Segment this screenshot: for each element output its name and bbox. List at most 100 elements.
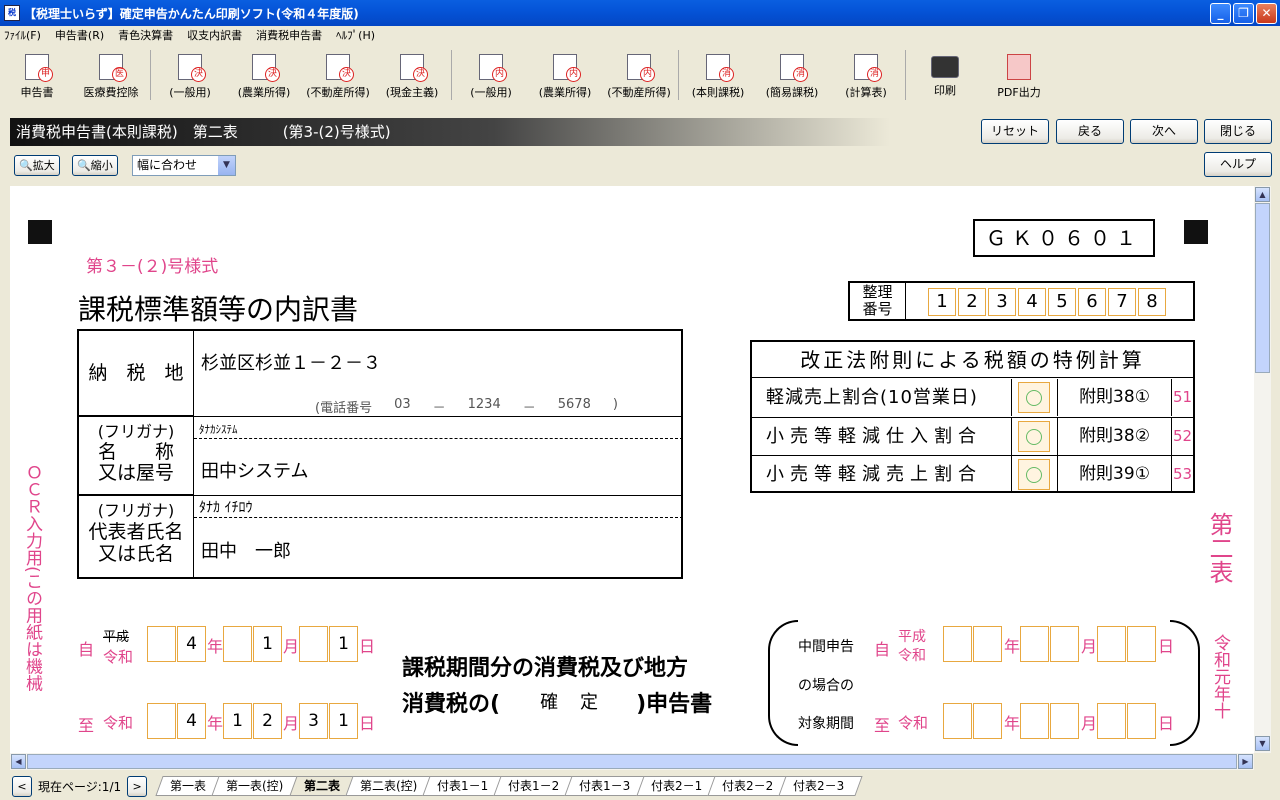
menu-help[interactable]: ﾍﾙﾌﾟ(H) bbox=[336, 27, 375, 43]
close-window-button[interactable]: ✕ bbox=[1256, 3, 1277, 24]
toolbar-button[interactable]: 決 (農業所得) bbox=[227, 46, 301, 102]
date-digit-box[interactable] bbox=[147, 626, 176, 662]
toolbar-button[interactable]: 内 (農業所得) bbox=[528, 46, 602, 102]
date-digit-box[interactable] bbox=[147, 703, 176, 739]
next-page-button[interactable]: > bbox=[127, 775, 148, 797]
ocr-marker-right bbox=[1184, 220, 1208, 244]
form-icon: 内 bbox=[553, 54, 581, 82]
reset-button[interactable]: リセット bbox=[981, 119, 1049, 144]
seiri-digit[interactable]: 4 bbox=[1018, 288, 1046, 316]
seiri-digit[interactable]: 6 bbox=[1078, 288, 1106, 316]
seiri-digit[interactable]: 2 bbox=[958, 288, 986, 316]
minimize-button[interactable]: _ bbox=[1210, 3, 1231, 24]
horizontal-scroll-thumb[interactable] bbox=[27, 754, 1237, 769]
form-icon: 申 bbox=[25, 54, 53, 82]
special-check-box[interactable] bbox=[1018, 459, 1050, 490]
toolbar-button[interactable]: 消 (本則課税) bbox=[681, 46, 755, 102]
toolbar-button[interactable]: 決 (現金主義) bbox=[375, 46, 449, 102]
name-furigana: ﾀﾅｶｼｽﾃﾑ bbox=[199, 423, 238, 436]
form-icon: 消 bbox=[854, 54, 882, 82]
interim-date-box[interactable] bbox=[943, 626, 972, 662]
toolbar-button[interactable]: 申申告書 bbox=[0, 46, 74, 102]
ocr-marker-left bbox=[28, 220, 52, 244]
toolbar-button[interactable]: 医医療費控除 bbox=[74, 46, 148, 102]
toolbar-button[interactable]: 決 (一般用) bbox=[153, 46, 227, 102]
page-title: 消費税申告書(本則課税) 第二表 (第3-(2)号様式) bbox=[10, 118, 890, 146]
back-button[interactable]: 戻る bbox=[1056, 119, 1124, 144]
toolbar-button[interactable]: 決 (不動産所得) bbox=[301, 46, 375, 102]
interim-date-box[interactable] bbox=[973, 703, 1002, 739]
vertical-scroll-thumb[interactable] bbox=[1255, 203, 1270, 373]
close-form-button[interactable]: 閉じる bbox=[1204, 119, 1272, 144]
form-icon: 決 bbox=[400, 54, 428, 82]
app-icon: 税 bbox=[4, 5, 20, 21]
special-check-box[interactable] bbox=[1018, 421, 1050, 452]
interim-date-box[interactable] bbox=[1020, 703, 1049, 739]
seiri-digit[interactable]: 7 bbox=[1108, 288, 1136, 316]
interim-date-box[interactable] bbox=[1127, 703, 1156, 739]
prev-page-button[interactable]: < bbox=[12, 775, 32, 797]
scroll-right-icon[interactable]: ▶ bbox=[1238, 754, 1253, 769]
interim-date-box[interactable] bbox=[943, 703, 972, 739]
menu-shinkokusho[interactable]: 申告書(R) bbox=[55, 27, 104, 43]
date-digit-box[interactable]: 3 bbox=[299, 703, 328, 739]
seiri-digit[interactable]: 8 bbox=[1138, 288, 1166, 316]
address: 杉並区杉並１－２－３ bbox=[201, 353, 381, 374]
menu-shushi[interactable]: 収支内訳書 bbox=[187, 27, 242, 43]
interim-date-box[interactable] bbox=[1097, 626, 1126, 662]
zoom-out-icon: 🔍 bbox=[77, 159, 91, 172]
special-check-box[interactable] bbox=[1018, 382, 1050, 413]
menu-file[interactable]: ﾌｧｲﾙ(F) bbox=[4, 27, 41, 43]
toolbar-button[interactable]: 消 (計算表) bbox=[829, 46, 903, 102]
date-digit-box[interactable]: 1 bbox=[329, 703, 358, 739]
maximize-button[interactable]: ❐ bbox=[1233, 3, 1254, 24]
form-title: 課税標準額等の内訳書 bbox=[78, 293, 359, 326]
date-digit-box[interactable]: 4 bbox=[177, 703, 206, 739]
special-calc-table: 改正法附則による税額の特例計算 軽減売上割合(10営業日) 附則38① 51 小売等軽… bbox=[750, 340, 1195, 493]
date-digit-box[interactable]: 1 bbox=[223, 703, 252, 739]
scroll-up-icon[interactable]: ▲ bbox=[1255, 187, 1270, 202]
form-icon: 医 bbox=[99, 54, 127, 82]
scroll-left-icon[interactable]: ◀ bbox=[11, 754, 26, 769]
date-digit-box[interactable]: 2 bbox=[253, 703, 282, 739]
rep-label: 代表者氏名 又は氏名 bbox=[88, 521, 184, 565]
tab-1[interactable]: 第一表(控) bbox=[211, 776, 303, 796]
form-number: 第３－(２)号様式 bbox=[86, 257, 219, 277]
date-digit-box[interactable]: 4 bbox=[177, 626, 206, 662]
phone-row: (電話番号 03 － 1234 － 5678 ) bbox=[315, 397, 618, 416]
interim-date-box[interactable] bbox=[1020, 626, 1049, 662]
interim-date-box[interactable] bbox=[1097, 703, 1126, 739]
tab-3[interactable]: 第二表(控) bbox=[344, 776, 436, 796]
date-digit-box[interactable] bbox=[299, 626, 328, 662]
date-digit-box[interactable]: 1 bbox=[253, 626, 282, 662]
return-kind: 確 定 bbox=[540, 692, 601, 713]
interim-date-box[interactable] bbox=[973, 626, 1002, 662]
toolbar-button[interactable]: 消 (簡易課税) bbox=[755, 46, 829, 102]
interim-date-box[interactable] bbox=[1127, 626, 1156, 662]
vertical-scrollbar[interactable]: ▲ ▼ bbox=[1254, 186, 1271, 753]
menu-aoiro[interactable]: 青色決算書 bbox=[118, 27, 173, 43]
dainihyo-label: 第二表 bbox=[1205, 512, 1233, 584]
toolbar-button[interactable]: 印刷 bbox=[908, 46, 982, 102]
toolbar-button[interactable]: 内 (一般用) bbox=[454, 46, 528, 102]
date-digit-box[interactable] bbox=[223, 626, 252, 662]
horizontal-scrollbar[interactable]: ◀ ▶ bbox=[10, 753, 1254, 770]
help-button[interactable]: ヘルプ bbox=[1204, 152, 1272, 177]
seiri-digit[interactable]: 5 bbox=[1048, 288, 1076, 316]
toolbar-button[interactable]: PDF出力 bbox=[982, 46, 1056, 102]
next-button[interactable]: 次へ bbox=[1130, 119, 1198, 144]
toolbar-button[interactable]: 内 (不動産所得) bbox=[602, 46, 676, 102]
zoom-out-button[interactable]: 🔍縮小 bbox=[72, 155, 118, 176]
date-digit-box[interactable]: 1 bbox=[329, 626, 358, 662]
form-icon: 決 bbox=[178, 54, 206, 82]
phone-number: 5678 bbox=[557, 397, 591, 412]
scroll-down-icon[interactable]: ▼ bbox=[1255, 736, 1270, 751]
interim-date-box[interactable] bbox=[1050, 703, 1079, 739]
zoom-select[interactable]: 幅に合わせ ▼ bbox=[132, 155, 236, 176]
zoom-in-button[interactable]: 🔍拡大 bbox=[14, 155, 60, 176]
interim-date-box[interactable] bbox=[1050, 626, 1079, 662]
seiri-digit[interactable]: 1 bbox=[928, 288, 956, 316]
tab-9[interactable]: 付表2－3 bbox=[778, 776, 864, 796]
menu-shohizei[interactable]: 消費税申告書 bbox=[256, 27, 322, 43]
seiri-digit[interactable]: 3 bbox=[988, 288, 1016, 316]
